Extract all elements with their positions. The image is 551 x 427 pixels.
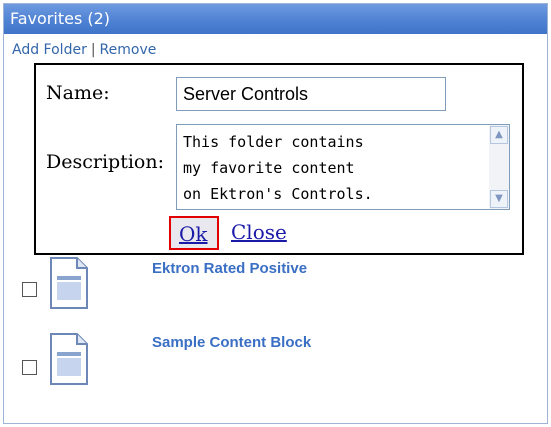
item-checkbox[interactable] xyxy=(22,360,37,375)
scroll-down-icon[interactable]: ▼ xyxy=(490,190,508,208)
document-icon xyxy=(50,333,88,385)
description-textarea[interactable]: This folder contains my favorite content… xyxy=(176,124,510,210)
description-scrollbar[interactable]: ▲ ▼ xyxy=(489,125,509,209)
list-item: Sample Content Block xyxy=(4,324,544,394)
panel-actions: Add Folder | Remove xyxy=(12,42,156,58)
name-label: Name: xyxy=(46,82,110,104)
close-link[interactable]: Close xyxy=(231,220,287,244)
item-checkbox[interactable] xyxy=(22,282,37,297)
ok-button-highlight: Ok xyxy=(169,216,219,250)
name-input[interactable] xyxy=(176,77,446,111)
add-folder-link[interactable]: Add Folder xyxy=(12,42,87,58)
scroll-up-icon[interactable]: ▲ xyxy=(490,126,508,144)
document-icon xyxy=(50,257,88,309)
panel-title: Favorites (2) xyxy=(4,4,547,34)
actions-separator: | xyxy=(90,42,96,58)
list-item: Ektron Rated Positive xyxy=(4,256,544,326)
description-label: Description: xyxy=(46,151,164,173)
add-folder-dialog: Name: Description: This folder contains … xyxy=(34,63,524,255)
description-text[interactable]: This folder contains my favorite content… xyxy=(183,129,483,207)
ok-link[interactable]: Ok xyxy=(179,222,208,246)
favorites-panel: Favorites (2) Add Folder|Remove Name: De… xyxy=(3,3,548,424)
item-title-link[interactable]: Ektron Rated Positive xyxy=(152,260,307,277)
item-title-link[interactable]: Sample Content Block xyxy=(152,334,311,351)
remove-link[interactable]: Remove xyxy=(100,42,157,58)
